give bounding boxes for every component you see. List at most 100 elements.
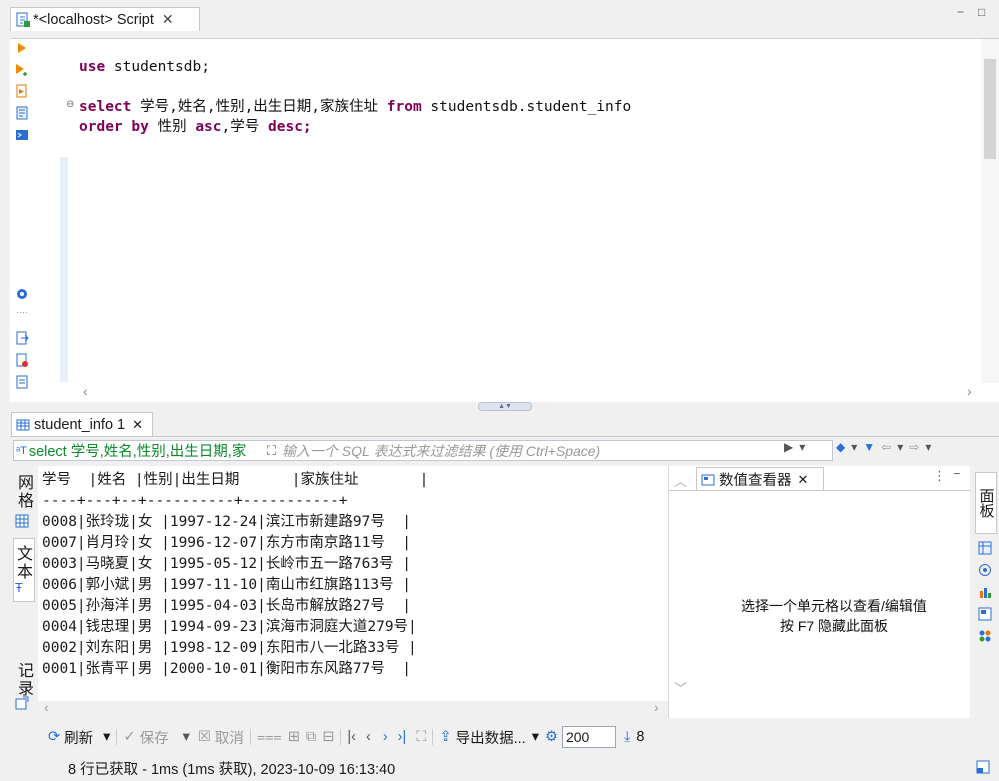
script-tab[interactable]: *<localhost> Script ✕ [10,7,200,31]
next-page-icon[interactable]: › [383,729,388,745]
metadata-icon[interactable] [977,540,993,556]
tab-panels[interactable]: 面板 [975,472,997,534]
value-panel-icon[interactable] [977,606,993,622]
format-script-icon[interactable] [15,375,29,389]
keyword-use: use [79,59,106,75]
result-text[interactable]: 学号 |姓名 |性别|出生日期 |家族住址 | ----+---+--+----… [42,470,428,680]
settings-gear-icon[interactable] [15,287,29,301]
sql-code[interactable]: use studentsdb; select 学号,姓名,性别,出生日期,家族住… [79,57,631,137]
value-viewer-tab[interactable]: 数值查看器 ✕ [696,467,824,491]
cancel-button[interactable]: ☒ 取消 [198,727,244,748]
export-button[interactable]: ⇪ 导出数据... [439,727,525,748]
scroll-left-icon[interactable]: ‹ [44,699,49,715]
scroll-right-icon[interactable]: › [654,699,659,715]
copy-row-icon[interactable]: ⧉ [306,729,316,745]
result-row-line[interactable]: 0008|张玲珑|女 |1997-12-24|滨江市新建路97号 | [42,514,411,530]
filter-history-icon[interactable]: ▾ [799,440,805,454]
scroll-left-icon[interactable]: ‹ [83,383,88,399]
sql-editor[interactable]: ···· ⊖ use studentsdb; select 学号,姓名,性别,出… [10,38,999,402]
scroll-right-icon[interactable]: › [967,383,972,399]
scroll-up-icon[interactable]: ︿ [674,471,687,490]
delete-row-icon[interactable]: ⊟ [322,729,334,745]
edit-row-icon[interactable]: ⩶ [257,729,282,745]
references-icon[interactable] [977,562,993,578]
result-text-view[interactable]: 学号 |姓名 |性别|出生日期 |家族住址 | ----+---+--+----… [38,466,668,701]
execute-statement-icon[interactable] [15,41,29,55]
minimize-panel-button[interactable]: − [953,466,961,481]
fetch-settings-gear-icon[interactable]: ⚙ [545,729,558,745]
export-script-icon[interactable] [15,331,29,345]
apply-filter-icon[interactable]: ▶ [784,440,793,454]
forward-dropdown-icon[interactable]: ▾ [925,440,931,454]
fetch-all-icon[interactable]: ⛶ [416,729,426,745]
result-header-line[interactable]: 学号 |姓名 |性别|出生日期 |家族住址 | [42,472,428,488]
result-row-line[interactable]: 0003|马晓夏|女 |1995-05-12|长岭市五一路763号 | [42,556,411,572]
back-dropdown-icon[interactable]: ▾ [897,440,903,454]
value-viewer-hint-shortcut: 按 F7 隐藏此面板 [779,618,889,634]
fetch-size-input[interactable]: 200 [561,726,616,748]
result-row-line[interactable]: 0002|刘东阳|男 |1998-12-09|东阳市八一北路33号 | [42,640,417,656]
keyword-order: order [79,119,123,135]
result-horizontal-scrollbar[interactable]: ‹ › [38,699,668,718]
from-table: studentsdb.student_info [421,99,632,115]
export-dropdown-icon[interactable]: ▾ [532,729,539,745]
eraser-dropdown-icon[interactable]: ▾ [851,440,857,454]
previous-page-icon[interactable]: ‹ [366,729,371,745]
save-dropdown-icon[interactable]: ▾ [183,729,190,745]
editor-horizontal-scrollbar[interactable]: ‹ › [75,383,979,401]
calc-icon[interactable] [977,584,993,600]
right-panel-bar: 面板 [970,466,999,718]
maximize-button[interactable]: □ [978,5,985,19]
back-icon[interactable]: ⇦ [881,440,891,454]
close-icon[interactable]: ✕ [798,472,809,488]
result-row-line[interactable]: 0004|钱忠理|男 |1994-09-23|滨海市洞庭大道279号| [42,619,417,635]
export-icon: ⇪ [439,729,452,745]
result-row-line[interactable]: 0006|郭小斌|男 |1997-11-10|南山市红旗路113号 | [42,577,411,593]
explain-plan-icon[interactable] [15,106,29,120]
terminal-icon[interactable] [15,128,29,142]
forward-icon[interactable]: ⇨ [909,440,919,454]
scroll-down-icon[interactable]: ﹀ [674,678,687,697]
panel-toggle-icon[interactable] [976,760,990,778]
refresh-dropdown-icon[interactable]: ▾ [103,729,110,745]
value-viewer-hint: 选择一个单元格以查看/编辑值 [741,598,927,614]
last-page-icon[interactable]: ›| [398,729,407,745]
result-row-line[interactable]: 0005|孙海洋|男 |1995-04-03|长岛市解放路27号 | [42,598,411,614]
results-tab[interactable]: student_info 1 ✕ [11,412,153,437]
expand-icon[interactable]: ⛶ [267,443,276,459]
eraser-icon[interactable]: ◆ [836,440,845,454]
result-row-line[interactable]: 0007|肖月玲|女 |1996-12-07|东方市南京路11号 | [42,535,411,551]
filter-query-text: select 学号,姓名,性别,出生日期,家 [28,444,247,460]
filter-funnel-icon[interactable]: ▼ [863,440,875,454]
result-separator-line[interactable]: ----+---+--+----------+-----------+ [42,493,348,509]
keyword-from: from [386,99,422,115]
close-icon[interactable]: ✕ [162,11,174,28]
keyword-by: by [131,119,149,135]
add-row-icon[interactable]: ⊞ [288,729,300,745]
refresh-button[interactable]: ⟳ 刷新 [48,727,93,748]
use-target: studentsdb; [105,59,210,75]
editor-vertical-scrollbar[interactable] [981,39,999,383]
execute-new-tab-icon[interactable] [15,63,29,77]
scroll-thumb[interactable] [984,59,996,159]
close-icon[interactable]: ✕ [132,417,143,433]
filter-input[interactable]: ᵃT select 学号,姓名,性别,出生日期,家 ⛶ 输入一个 SQL 表达式… [13,440,833,461]
view-menu-icon[interactable]: ⋮ [933,468,946,484]
value-viewer-panel: 数值查看器 ✕ ︿ ⋮ − 选择一个单元格以查看/编辑值 按 F7 隐藏此面板 … [668,466,971,718]
record-icon[interactable] [15,696,29,713]
minimize-button[interactable]: − [957,5,964,19]
panel-splitter-handle[interactable]: ▲▼ [478,402,532,411]
tab-record[interactable]: 记录 [13,662,35,698]
grid-icon[interactable] [15,514,29,531]
text-mode-icon[interactable]: Ŧ [15,580,23,595]
first-page-icon[interactable]: |‹ [347,729,356,745]
execute-script-icon[interactable] [15,84,29,98]
result-row-line[interactable]: 0001|张青平|男 |2000-10-01|衡阳市东风路77号 | [42,661,411,677]
results-tab-title: student_info 1 [34,417,126,433]
load-script-icon[interactable] [15,353,29,367]
grouping-icon[interactable] [977,628,993,644]
fold-collapse-icon[interactable]: ⊖ [66,99,74,110]
tab-grid[interactable]: 网格 [13,474,35,510]
export-label: 导出数据... [455,730,526,747]
save-button[interactable]: ✓ 保存 [123,727,168,748]
